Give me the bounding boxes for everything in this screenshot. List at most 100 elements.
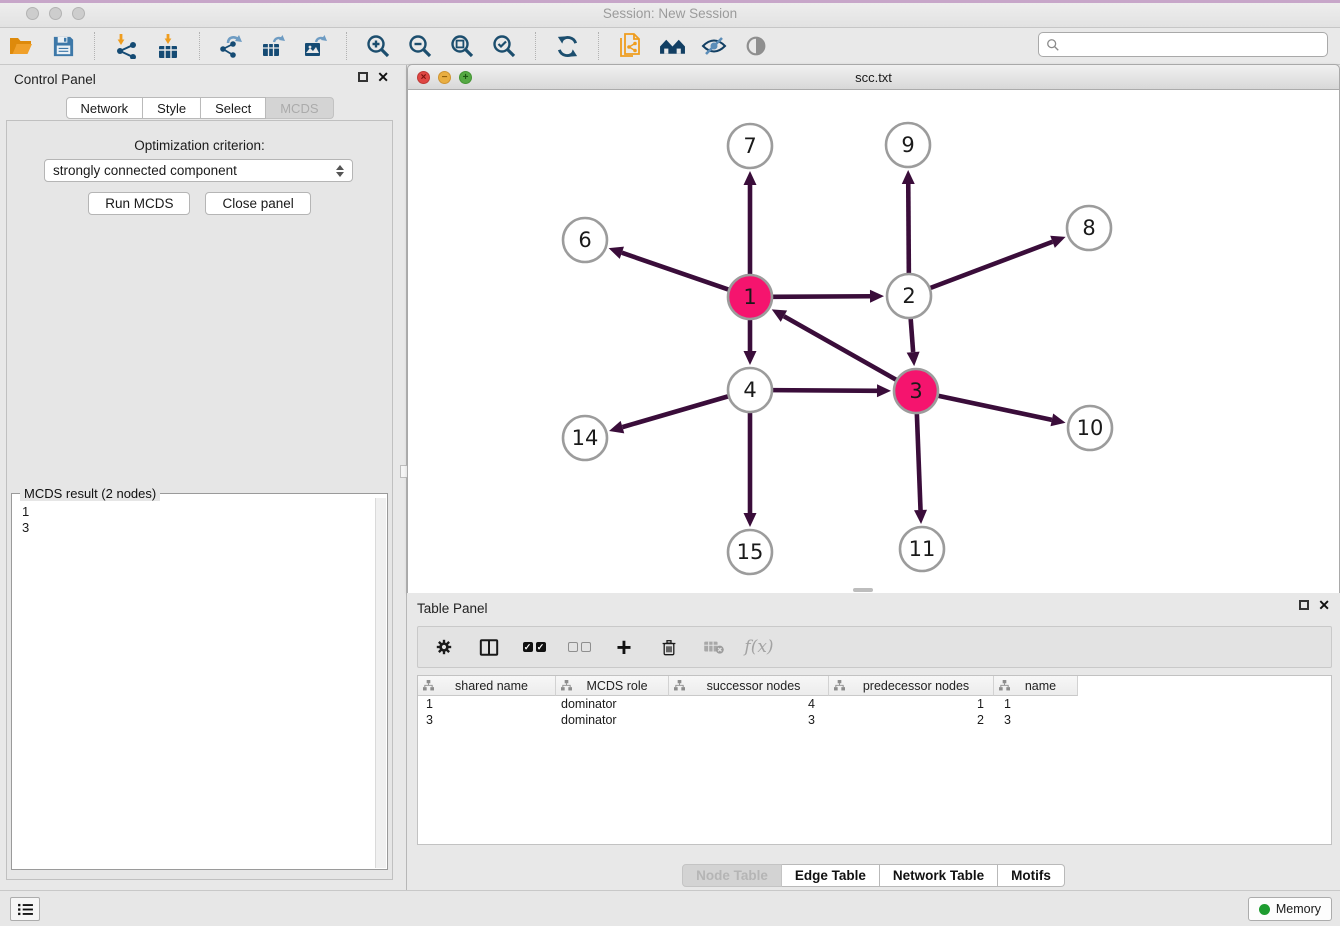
tab-motifs[interactable]: Motifs (998, 864, 1065, 887)
tab-node-table[interactable]: Node Table (682, 864, 782, 887)
column-header-successor-nodes[interactable]: successor nodes (669, 676, 829, 696)
edge-2-8[interactable] (930, 242, 1053, 288)
graph-node-15[interactable]: 15 (728, 530, 772, 574)
mcds-result-box: MCDS result (2 nodes) 13 (11, 493, 388, 870)
panel-splitter[interactable] (399, 65, 407, 890)
arrowhead-icon (609, 247, 624, 259)
export-table-icon[interactable] (258, 32, 288, 60)
zoom-out-icon[interactable] (405, 32, 435, 60)
column-header-predecessor-nodes[interactable]: predecessor nodes (829, 676, 994, 696)
cell-predecessor-nodes[interactable]: 2 (829, 712, 994, 728)
table-row[interactable]: 3dominator323 (418, 712, 1331, 728)
float-panel-icon[interactable] (358, 72, 368, 82)
search-box[interactable] (1038, 32, 1328, 57)
criterion-dropdown[interactable]: strongly connected component (44, 159, 353, 182)
toolbar-separator (598, 32, 599, 60)
graph-node-2[interactable]: 2 (887, 274, 931, 318)
export-image-icon[interactable] (300, 32, 330, 60)
edge-1-2[interactable] (772, 296, 870, 297)
edge-3-10[interactable] (938, 396, 1052, 420)
cell-shared-name[interactable]: 3 (418, 712, 556, 728)
cell-shared-name[interactable]: 1 (418, 696, 556, 712)
graph-node-7[interactable]: 7 (728, 124, 772, 168)
edge-3-1[interactable] (784, 316, 897, 380)
horizontal-scrollbar-thumb[interactable] (853, 588, 873, 592)
tab-network[interactable]: Network (65, 97, 143, 119)
tab-style[interactable]: Style (143, 97, 201, 119)
toolbar-separator (535, 32, 536, 60)
mcds-result-list: 13 (12, 498, 387, 869)
close-panel-button[interactable]: Close panel (205, 192, 310, 215)
import-table-icon[interactable] (153, 32, 183, 60)
save-session-icon[interactable] (48, 32, 78, 60)
graph-node-9[interactable]: 9 (886, 123, 930, 167)
float-panel-icon[interactable] (1299, 600, 1309, 610)
graph-node-14[interactable]: 14 (563, 416, 607, 460)
column-header-shared-name[interactable]: shared name (418, 676, 556, 696)
graph-node-11[interactable]: 11 (900, 527, 944, 571)
close-panel-icon[interactable]: ✕ (377, 72, 389, 82)
status-bar: Memory (0, 890, 1340, 926)
graph-node-6[interactable]: 6 (563, 218, 607, 262)
edge-4-14[interactable] (622, 396, 728, 427)
svg-text:15: 15 (737, 540, 764, 564)
network-title: scc.txt (408, 70, 1339, 85)
zoom-in-icon[interactable] (363, 32, 393, 60)
select-all-icon[interactable]: ✓✓ (522, 635, 546, 659)
edge-2-3[interactable] (911, 318, 914, 352)
cell-MCDS-role[interactable]: dominator (556, 696, 669, 712)
hide-selected-icon[interactable] (699, 32, 729, 60)
gear-icon[interactable] (432, 635, 456, 659)
node-table[interactable]: shared nameMCDS rolesuccessor nodesprede… (417, 675, 1332, 845)
graph-node-4[interactable]: 4 (728, 368, 772, 412)
table-row[interactable]: 1dominator411 (418, 696, 1331, 712)
svg-text:3: 3 (909, 379, 922, 403)
open-session-icon[interactable] (6, 32, 36, 60)
arrowhead-icon (870, 290, 884, 303)
close-panel-icon[interactable]: ✕ (1318, 600, 1330, 610)
arrowhead-icon (877, 384, 891, 397)
refresh-layout-icon[interactable] (552, 32, 582, 60)
graph-node-1[interactable]: 1 (728, 275, 772, 319)
deselect-all-icon[interactable] (567, 635, 591, 659)
search-input[interactable] (1065, 37, 1327, 52)
cell-name[interactable]: 3 (994, 712, 1078, 728)
ndex-homes-icon[interactable] (657, 32, 687, 60)
tab-edge-table[interactable]: Edge Table (782, 864, 880, 887)
graph-node-3[interactable]: 3 (894, 369, 938, 413)
import-network-icon[interactable] (111, 32, 141, 60)
split-panel-icon[interactable] (477, 635, 501, 659)
edge-4-3[interactable] (772, 390, 877, 391)
function-builder-icon: f(x) (747, 635, 771, 659)
run-mcds-button[interactable]: Run MCDS (88, 192, 190, 215)
tab-select[interactable]: Select (201, 97, 266, 119)
cell-MCDS-role[interactable]: dominator (556, 712, 669, 728)
result-scrollbar[interactable] (375, 498, 386, 868)
column-header-name[interactable]: name (994, 676, 1078, 696)
export-network-icon[interactable] (216, 32, 246, 60)
graph-node-10[interactable]: 10 (1068, 406, 1112, 450)
network-window-titlebar[interactable]: × − + scc.txt (408, 65, 1339, 90)
edge-3-11[interactable] (917, 413, 921, 510)
zoom-selected-icon[interactable] (489, 32, 519, 60)
table-panel: Table Panel ✕ ✓✓ + f(x) shared nameMCDS … (407, 593, 1340, 890)
cell-name[interactable]: 1 (994, 696, 1078, 712)
task-list-button[interactable] (10, 897, 40, 921)
cell-successor-nodes[interactable]: 4 (669, 696, 829, 712)
add-column-icon[interactable]: + (612, 635, 636, 659)
column-header-MCDS-role[interactable]: MCDS role (556, 676, 669, 696)
cell-predecessor-nodes[interactable]: 1 (829, 696, 994, 712)
delete-column-icon[interactable] (657, 635, 681, 659)
cell-successor-nodes[interactable]: 3 (669, 712, 829, 728)
network-canvas[interactable]: 7 9 6 8 1 2 4 3 14 10 15 11 (408, 90, 1339, 593)
tab-mcds[interactable]: MCDS (266, 97, 333, 119)
new-network-from-selection-icon[interactable] (615, 32, 645, 60)
network-graph[interactable]: 7 9 6 8 1 2 4 3 14 10 15 11 (408, 90, 1339, 593)
show-all-icon[interactable] (741, 32, 771, 60)
tab-network-table[interactable]: Network Table (880, 864, 998, 887)
graph-node-8[interactable]: 8 (1067, 206, 1111, 250)
memory-button[interactable]: Memory (1248, 897, 1332, 921)
edge-2-9[interactable] (908, 184, 909, 274)
zoom-fit-icon[interactable] (447, 32, 477, 60)
edge-1-6[interactable] (622, 253, 729, 290)
